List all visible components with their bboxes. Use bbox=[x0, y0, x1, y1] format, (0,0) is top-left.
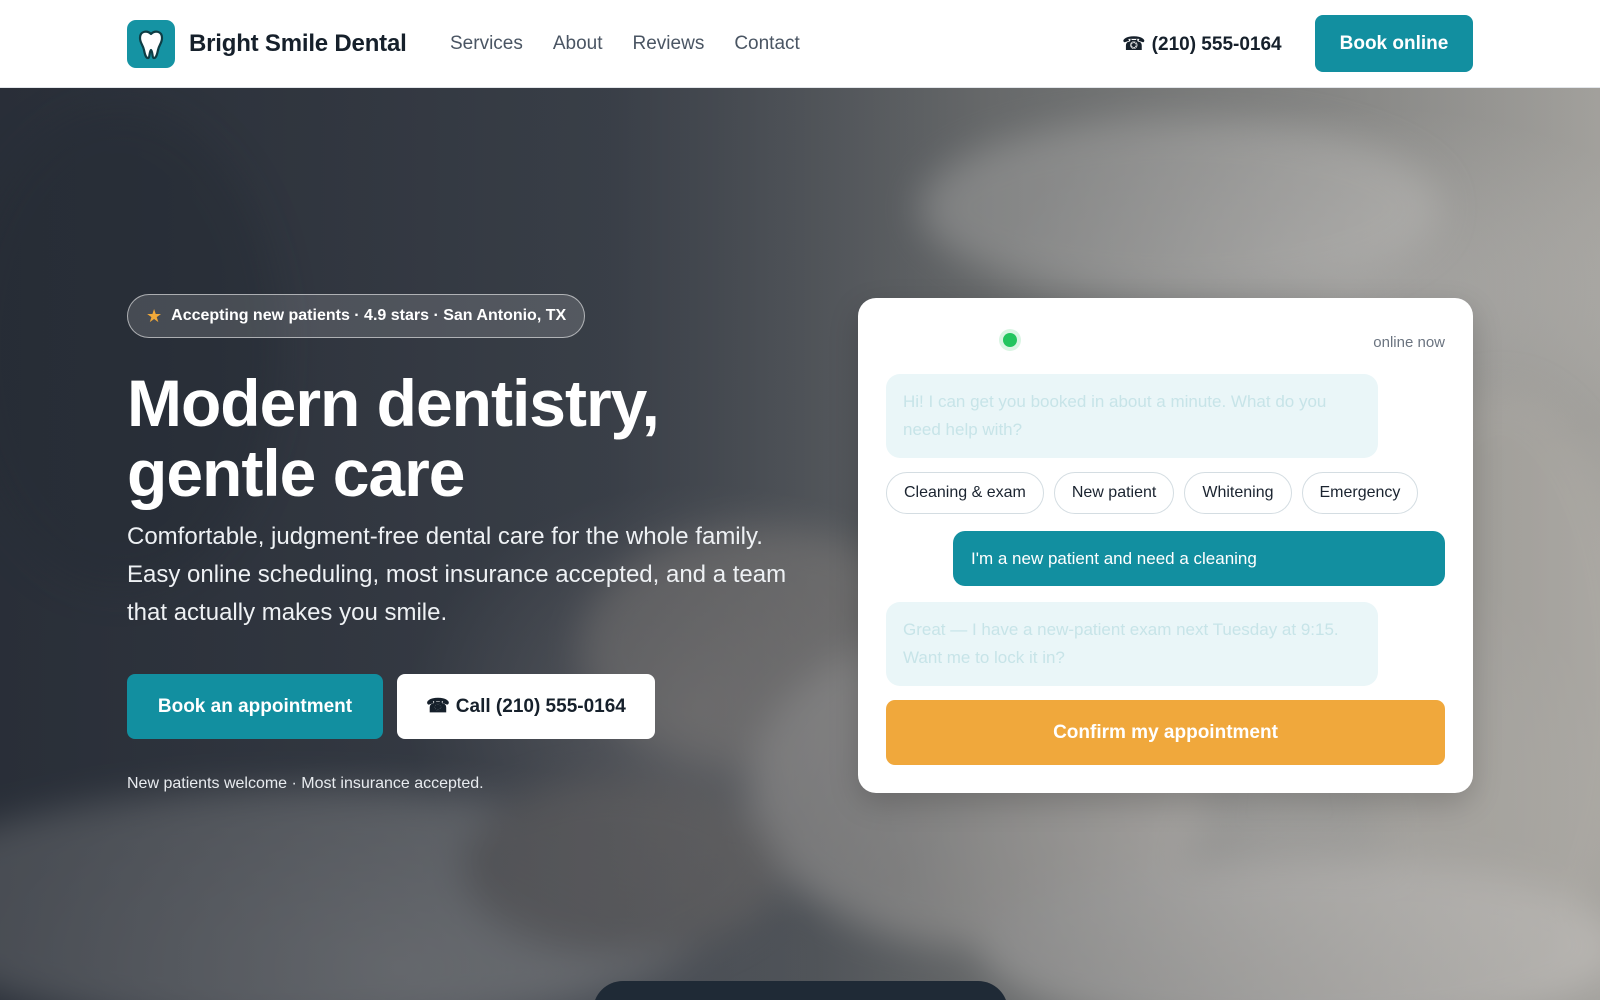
tooth-icon[interactable] bbox=[127, 20, 175, 68]
confirm-appointment-button[interactable]: Confirm my appointment bbox=[886, 700, 1445, 765]
bot-message: Great — I have a new-patient exam next T… bbox=[886, 602, 1378, 686]
hero-section: ★ Accepting new patients · 4.9 stars · S… bbox=[0, 88, 1600, 1000]
call-button-label: Call (210) 555-0164 bbox=[455, 695, 626, 717]
nav-link-contact[interactable]: Contact bbox=[734, 33, 799, 55]
book-online-button[interactable]: Book online bbox=[1315, 15, 1473, 72]
call-button[interactable]: ☎ Call (210) 555-0164 bbox=[397, 674, 655, 739]
hero-subcopy: Comfortable, judgment-free dental care f… bbox=[127, 523, 787, 626]
phone-icon: ☎ bbox=[1122, 34, 1146, 55]
brand-name[interactable]: Bright Smile Dental bbox=[189, 30, 407, 58]
hero-footnote: New patients welcome · Most insurance ac… bbox=[127, 775, 484, 792]
sticky-bottom-bar[interactable] bbox=[593, 981, 1008, 1000]
main-nav: Services About Reviews Contact bbox=[450, 33, 800, 55]
accepting-patients-badge: ★ Accepting new patients · 4.9 stars · S… bbox=[127, 294, 586, 338]
header-phone-link[interactable]: ☎ (210) 555-0164 bbox=[1122, 33, 1282, 56]
quick-reply-chips: Cleaning & exam New patient Whitening Em… bbox=[886, 472, 1419, 514]
online-status-text: online now bbox=[1373, 334, 1445, 351]
online-status-dot bbox=[1003, 333, 1017, 347]
chip-new-patient[interactable]: New patient bbox=[1053, 472, 1175, 514]
nav-link-about[interactable]: About bbox=[553, 33, 603, 55]
nav-link-reviews[interactable]: Reviews bbox=[633, 33, 705, 55]
phone-icon: ☎ bbox=[426, 696, 450, 717]
book-appointment-button[interactable]: Book an appointment bbox=[127, 674, 383, 739]
star-icon: ★ bbox=[146, 305, 163, 326]
chip-cleaning-exam[interactable]: Cleaning & exam bbox=[886, 472, 1044, 514]
hero-headline: Modern dentistry, gentle care bbox=[127, 368, 847, 508]
headline-line-1: Modern dentistry, bbox=[127, 366, 660, 440]
user-message: I'm a new patient and need a cleaning bbox=[953, 531, 1445, 586]
badge-text: Accepting new patients · 4.9 stars · San… bbox=[171, 307, 567, 324]
booking-chat-widget: online now Hi! I can get you booked in a… bbox=[858, 298, 1473, 793]
nav-link-services[interactable]: Services bbox=[450, 33, 523, 55]
chip-whitening[interactable]: Whitening bbox=[1184, 472, 1292, 514]
bot-message: Hi! I can get you booked in about a minu… bbox=[886, 374, 1378, 458]
headline-line-2: gentle care bbox=[127, 436, 465, 510]
site-header: Bright Smile Dental Services About Revie… bbox=[0, 0, 1600, 88]
header-phone-number: (210) 555-0164 bbox=[1151, 33, 1282, 55]
chip-emergency[interactable]: Emergency bbox=[1301, 472, 1419, 514]
